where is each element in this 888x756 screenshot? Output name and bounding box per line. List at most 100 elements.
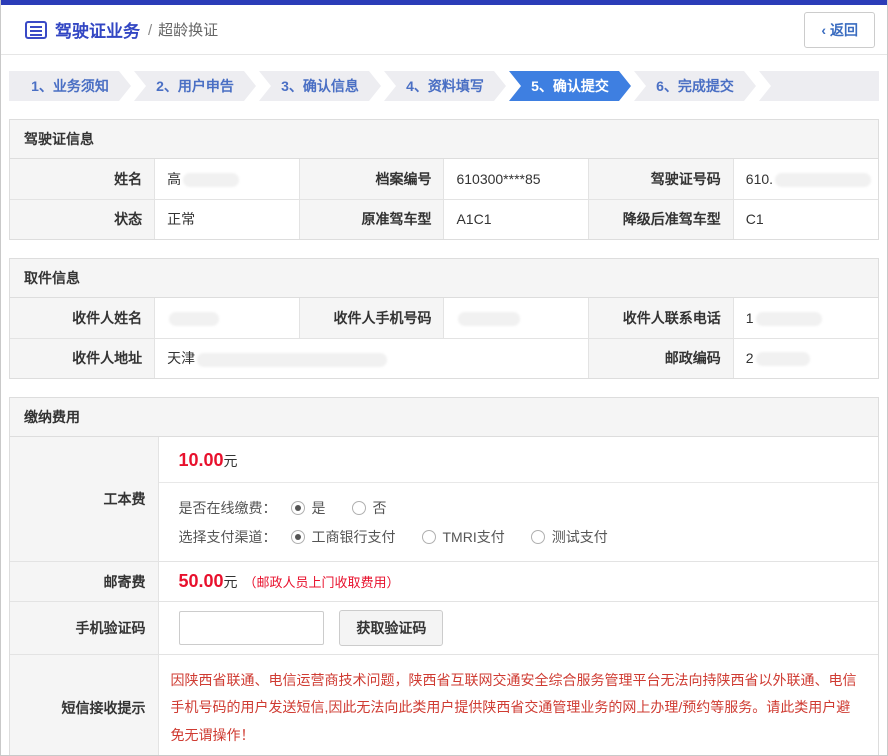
- radio-checked-icon[interactable]: [291, 501, 305, 515]
- original-class-label: 原准驾车型: [299, 199, 444, 239]
- table-row: 收件人姓名 收件人手机号码 收件人联系电话 1: [10, 298, 878, 338]
- status-label: 状态: [10, 199, 155, 239]
- name-value: 高: [155, 159, 300, 199]
- postcode-value: 2: [733, 338, 878, 378]
- card-fee-cell: 10.00元 是否在线缴费： 是 否: [158, 437, 878, 562]
- redacted-blur: [169, 312, 219, 326]
- recipient-phone-label: 收件人联系电话: [589, 298, 734, 338]
- radio-checked-icon[interactable]: [291, 530, 305, 544]
- table-row: 收件人地址 天津 邮政编码 2: [10, 338, 878, 378]
- step-tab-1[interactable]: 1、业务须知: [9, 71, 131, 101]
- online-pay-yes-label: 是: [312, 498, 326, 518]
- card-fee-amount-row: 10.00元: [159, 437, 879, 483]
- back-button[interactable]: ‹返回: [804, 12, 875, 48]
- status-value: 正常: [155, 199, 300, 239]
- pay-channel-row: 选择支付渠道： 工商银行支付 TMRI支付 测试支付: [179, 522, 879, 551]
- file-number-value: 610300****85: [444, 159, 589, 199]
- license-info-section: 驾驶证信息 姓名 高 档案编号 610300****85 驾驶证号码 610. …: [9, 119, 879, 240]
- license-info-table: 姓名 高 档案编号 610300****85 驾驶证号码 610. 状态 正常 …: [10, 159, 878, 239]
- license-info-title: 驾驶证信息: [10, 120, 878, 159]
- online-pay-label: 是否在线缴费：: [179, 498, 277, 518]
- channel-tmri-option[interactable]: TMRI支付: [422, 527, 505, 547]
- license-number-label: 驾驶证号码: [589, 159, 734, 199]
- pay-channel-label: 选择支付渠道：: [179, 527, 277, 547]
- recipient-address-value: 天津: [155, 338, 589, 378]
- step-tab-4[interactable]: 4、资料填写: [384, 71, 506, 101]
- sms-tip-cell: 因陕西省联通、电信运营商技术问题，陕西省互联网交通安全综合服务管理平台无法向持陕…: [158, 655, 878, 756]
- mail-fee-amount: 50.00: [179, 571, 224, 591]
- postcode-label: 邮政编码: [589, 338, 734, 378]
- breadcrumb-current: 超龄换证: [158, 22, 218, 39]
- pickup-info-title: 取件信息: [10, 259, 878, 298]
- license-business-icon: [25, 21, 47, 39]
- recipient-phone-value: 1: [733, 298, 878, 338]
- get-code-button[interactable]: 获取验证码: [339, 610, 443, 646]
- channel-icbc-option[interactable]: 工商银行支付: [291, 527, 396, 547]
- fees-section: 缴纳费用 工本费 10.00元 是否在线缴费： 是: [9, 397, 879, 756]
- redacted-blur: [458, 312, 520, 326]
- online-pay-no-label: 否: [373, 498, 387, 518]
- table-row: 状态 正常 原准驾车型 A1C1 降级后准驾车型 C1: [10, 199, 878, 239]
- yuan-unit: 元: [224, 574, 238, 590]
- channel-icbc-label: 工商银行支付: [312, 527, 396, 547]
- channel-test-label: 测试支付: [552, 527, 608, 547]
- back-button-label: 返回: [830, 22, 858, 38]
- online-pay-no-option[interactable]: 否: [352, 498, 387, 518]
- table-row: 手机验证码 获取验证码: [10, 602, 878, 655]
- pickup-info-section: 取件信息 收件人姓名 收件人手机号码 收件人联系电话 1 收件人地址 天津 邮政…: [9, 258, 879, 379]
- original-class-value: A1C1: [444, 199, 589, 239]
- radio-unchecked-icon[interactable]: [352, 501, 366, 515]
- recipient-name-label: 收件人姓名: [10, 298, 155, 338]
- mail-fee-label: 邮寄费: [10, 562, 158, 602]
- redacted-blur: [756, 352, 810, 366]
- sms-code-cell: 获取验证码: [158, 602, 878, 655]
- redacted-blur: [756, 312, 822, 326]
- page: 驾驶证业务 / 超龄换证 ‹返回 1、业务须知 2、用户申告 3、确认信息 4、资…: [0, 0, 888, 756]
- table-row: 工本费 10.00元 是否在线缴费： 是: [10, 437, 878, 562]
- page-title: 驾驶证业务: [55, 17, 140, 42]
- step-tab-2[interactable]: 2、用户申告: [134, 71, 256, 101]
- sms-tip-text: 因陕西省联通、电信运营商技术问题，陕西省互联网交通安全综合服务管理平台无法向持陕…: [171, 667, 859, 749]
- recipient-mobile-value: [444, 298, 589, 338]
- mail-fee-cell: 50.00元 （邮政人员上门收取费用）: [158, 562, 878, 602]
- table-row: 邮寄费 50.00元 （邮政人员上门收取费用）: [10, 562, 878, 602]
- sms-tip-label: 短信接收提示: [10, 655, 158, 756]
- fees-table: 工本费 10.00元 是否在线缴费： 是: [10, 437, 878, 756]
- breadcrumb-slash: /: [148, 22, 152, 39]
- redacted-blur: [197, 353, 387, 367]
- step-tabs: 1、业务须知 2、用户申告 3、确认信息 4、资料填写 5、确认提交 6、完成提…: [9, 71, 879, 101]
- downgraded-class-value: C1: [733, 199, 878, 239]
- mail-fee-note: （邮政人员上门收取费用）: [244, 575, 400, 590]
- step-tab-5-active[interactable]: 5、确认提交: [509, 71, 631, 101]
- sms-code-input[interactable]: [179, 611, 324, 645]
- pay-options: 是否在线缴费： 是 否 选择支付渠道：: [159, 483, 879, 561]
- table-row: 短信接收提示 因陕西省联通、电信运营商技术问题，陕西省互联网交通安全综合服务管理…: [10, 655, 878, 756]
- license-number-value: 610.: [733, 159, 878, 199]
- chevron-left-icon: ‹: [821, 22, 826, 38]
- pickup-info-table: 收件人姓名 收件人手机号码 收件人联系电话 1 收件人地址 天津 邮政编码 2: [10, 298, 878, 378]
- yuan-unit: 元: [224, 453, 238, 469]
- channel-test-option[interactable]: 测试支付: [531, 527, 608, 547]
- channel-tmri-label: TMRI支付: [443, 527, 505, 547]
- radio-unchecked-icon[interactable]: [531, 530, 545, 544]
- online-pay-row: 是否在线缴费： 是 否: [179, 493, 879, 522]
- sms-code-label: 手机验证码: [10, 602, 158, 655]
- radio-unchecked-icon[interactable]: [422, 530, 436, 544]
- header: 驾驶证业务 / 超龄换证 ‹返回: [1, 5, 887, 55]
- table-row: 姓名 高 档案编号 610300****85 驾驶证号码 610.: [10, 159, 878, 199]
- breadcrumb: / 超龄换证: [148, 19, 218, 40]
- card-fee-label: 工本费: [10, 437, 158, 562]
- recipient-address-label: 收件人地址: [10, 338, 155, 378]
- online-pay-yes-option[interactable]: 是: [291, 498, 326, 518]
- card-fee-amount: 10.00: [179, 450, 224, 470]
- redacted-blur: [183, 173, 239, 187]
- step-tab-6[interactable]: 6、完成提交: [634, 71, 756, 101]
- redacted-blur: [775, 173, 871, 187]
- name-label: 姓名: [10, 159, 155, 199]
- downgraded-class-label: 降级后准驾车型: [589, 199, 734, 239]
- recipient-name-value: [155, 298, 300, 338]
- step-tab-3[interactable]: 3、确认信息: [259, 71, 381, 101]
- step-tabs-filler: [759, 71, 879, 101]
- fees-title: 缴纳费用: [10, 398, 878, 437]
- recipient-mobile-label: 收件人手机号码: [299, 298, 444, 338]
